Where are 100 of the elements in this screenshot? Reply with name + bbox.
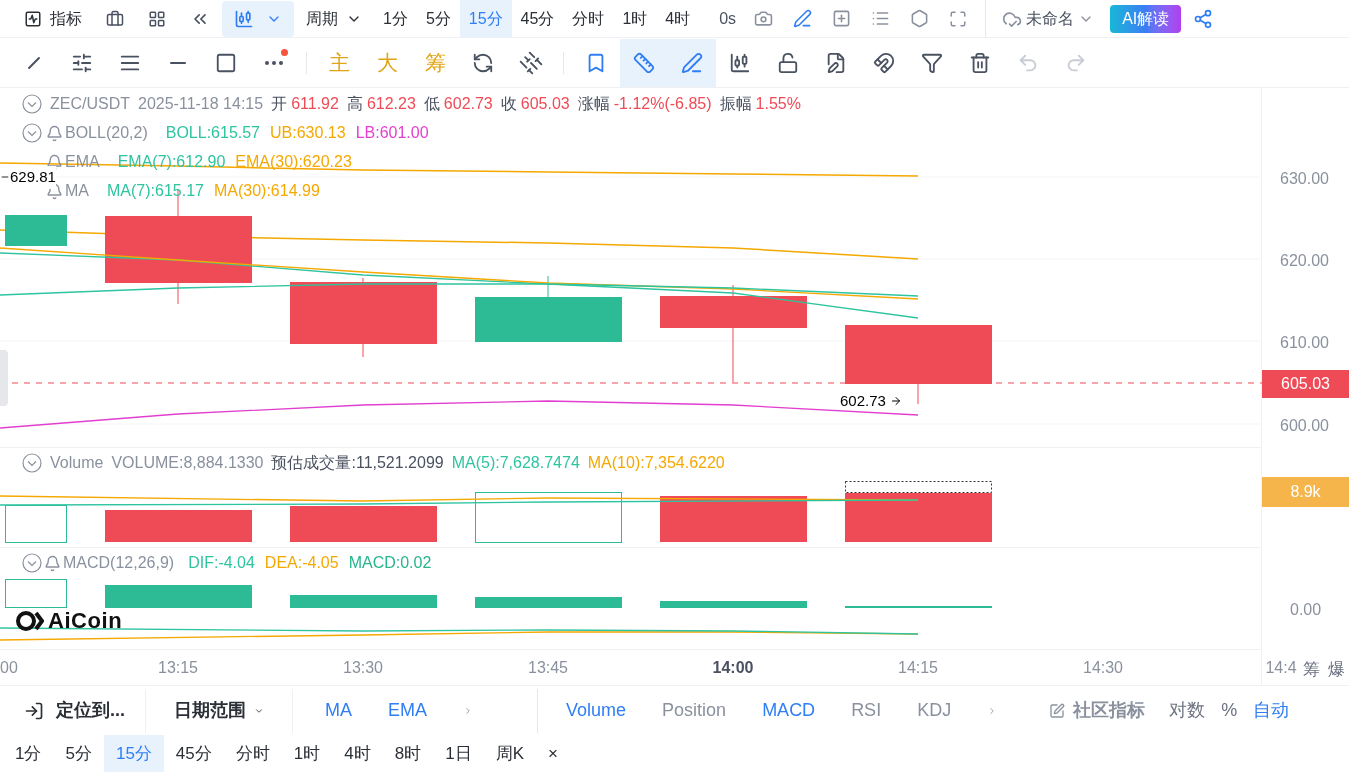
period-tab[interactable]: 1分 — [374, 0, 417, 38]
period-tab[interactable]: 4时 — [332, 735, 383, 772]
quote-value: 1.55% — [755, 94, 801, 114]
axis-toggle[interactable]: 筹 — [1303, 656, 1320, 683]
period-tab[interactable]: 1时 — [281, 735, 333, 772]
quote-label: 低 — [423, 94, 440, 114]
chart-icon — [24, 9, 42, 28]
indicator-toggle[interactable]: MA — [325, 697, 352, 724]
indicator-value: MACD:0.02 — [348, 553, 432, 573]
timestamp: 2025-11-18 14:15 — [138, 94, 264, 114]
indicator-value: MA(10):7,354.6220 — [587, 453, 725, 473]
volume-tag: 8.9k — [1262, 477, 1349, 507]
last-price-tag: 605.03 — [1262, 370, 1349, 398]
period-dropdown[interactable]: 周期 — [294, 6, 374, 31]
bell-icon[interactable] — [46, 124, 63, 142]
locate-button[interactable]: 定位到... — [0, 697, 145, 724]
volume-bar — [5, 505, 67, 543]
quote-label: 开 — [271, 94, 288, 114]
layout-name-dropdown[interactable]: 未命名 — [994, 6, 1103, 31]
quote-label: 高 — [346, 94, 363, 114]
ruler-icon[interactable] — [620, 38, 668, 87]
close-button[interactable]: × — [536, 740, 570, 767]
time-tick: 13:15 — [158, 658, 198, 678]
period-tab[interactable]: 15分 — [103, 735, 164, 772]
symbol-label: ZEC/USDT — [50, 94, 130, 114]
period-tab[interactable]: 1时 — [613, 0, 657, 38]
quote-value: 611.92 — [291, 94, 339, 114]
quote-label: 收 — [500, 94, 517, 114]
scale-option[interactable]: 对数 — [1169, 697, 1206, 724]
layout-icon[interactable] — [148, 9, 166, 28]
pen-icon[interactable] — [793, 9, 813, 28]
period-tab[interactable]: 8时 — [382, 735, 434, 772]
countdown: 0s — [719, 8, 737, 29]
period-tab[interactable]: 5分 — [416, 0, 460, 38]
camera-icon[interactable] — [754, 9, 774, 28]
low-price-marker: 602.73 — [840, 391, 886, 411]
indicators-button[interactable]: 指标 — [0, 6, 94, 31]
period-tab[interactable]: 分时 — [563, 0, 614, 38]
period-tab[interactable]: 45分 — [511, 0, 564, 38]
edit-icon — [1049, 702, 1066, 719]
collapse-icon[interactable] — [22, 123, 42, 143]
indicator-toggle[interactable]: EMA — [388, 697, 428, 724]
date-range-dropdown[interactable]: 日期范围 — [146, 697, 292, 724]
candlestick-icon — [234, 8, 254, 29]
candle — [5, 215, 67, 246]
period-tab[interactable]: 1分 — [3, 735, 54, 772]
indicator-value: BOLL:615.57 — [165, 123, 260, 143]
quote-value: 612.23 — [366, 94, 416, 114]
locate-icon — [24, 700, 44, 721]
indicator-name: Volume — [50, 453, 104, 473]
period-tab[interactable]: 1日 — [433, 735, 484, 772]
period-tab[interactable]: 5分 — [53, 735, 104, 772]
period-tab[interactable]: 4时 — [656, 0, 700, 38]
share-icon[interactable] — [1193, 8, 1214, 29]
more-icon — [265, 60, 283, 65]
indicator-value: DIF:-4.04 — [188, 553, 255, 573]
bell-icon[interactable] — [44, 554, 61, 572]
price-tick: 600.00 — [1280, 416, 1329, 436]
indicator-value: MA(7):615.17 — [107, 181, 204, 201]
scale-option[interactable]: % — [1221, 697, 1238, 724]
collapse-icon[interactable] — [22, 94, 42, 114]
price-tick: 630.00 — [1280, 169, 1329, 189]
time-tick: 13:45 — [528, 658, 568, 678]
chart-type-dropdown[interactable] — [222, 0, 294, 37]
pen-icon[interactable] — [668, 38, 716, 87]
indicator-value: MA(5):7,628.7474 — [451, 453, 580, 473]
briefcase-icon[interactable] — [106, 9, 124, 28]
collapse-icon[interactable] — [22, 553, 42, 573]
scale-option[interactable]: 自动 — [1253, 697, 1290, 724]
logo-text: AiCoin — [48, 607, 123, 635]
period-tab[interactable]: 45分 — [163, 735, 224, 772]
period-tab[interactable]: 周K — [483, 735, 536, 772]
indicator-value: DEA:-4.05 — [264, 553, 339, 573]
indicator-value: UB:630.13 — [270, 123, 346, 143]
time-tick: 14:00 — [712, 658, 754, 678]
quote-value: 602.73 — [443, 94, 493, 114]
quote-value: 605.03 — [520, 94, 570, 114]
arrow-icon — [889, 395, 902, 408]
price-tick: 610.00 — [1280, 333, 1329, 353]
indicator-toggle[interactable]: MACD — [762, 697, 816, 724]
time-tick: 00 — [0, 658, 18, 678]
time-tick: 14:4 — [1265, 658, 1297, 678]
collapse-handle[interactable] — [0, 350, 8, 406]
period-tab[interactable]: 分时 — [223, 735, 282, 772]
time-tick: 14:30 — [1083, 658, 1123, 678]
list-icon[interactable] — [871, 9, 891, 28]
quote-value: -1.12%(-6.85) — [613, 94, 712, 114]
fullscreen-icon[interactable] — [949, 9, 968, 28]
quote-label: 振幅 — [719, 94, 752, 114]
price-tick: 620.00 — [1280, 251, 1329, 271]
indicator-name: BOLL(20,2) — [65, 123, 148, 143]
settings-icon[interactable] — [910, 9, 930, 28]
collapse-icon[interactable] — [22, 453, 42, 473]
indicator-value: MA(30):614.99 — [213, 181, 320, 201]
macd-bar — [5, 579, 67, 608]
add-icon[interactable] — [832, 9, 852, 28]
ai-button[interactable]: AI解读 — [1110, 4, 1182, 33]
axis-toggle[interactable]: 爆 — [1328, 656, 1345, 683]
indicator-toggle[interactable]: Volume — [566, 697, 627, 724]
macd-tick: 0.00 — [1290, 600, 1322, 620]
